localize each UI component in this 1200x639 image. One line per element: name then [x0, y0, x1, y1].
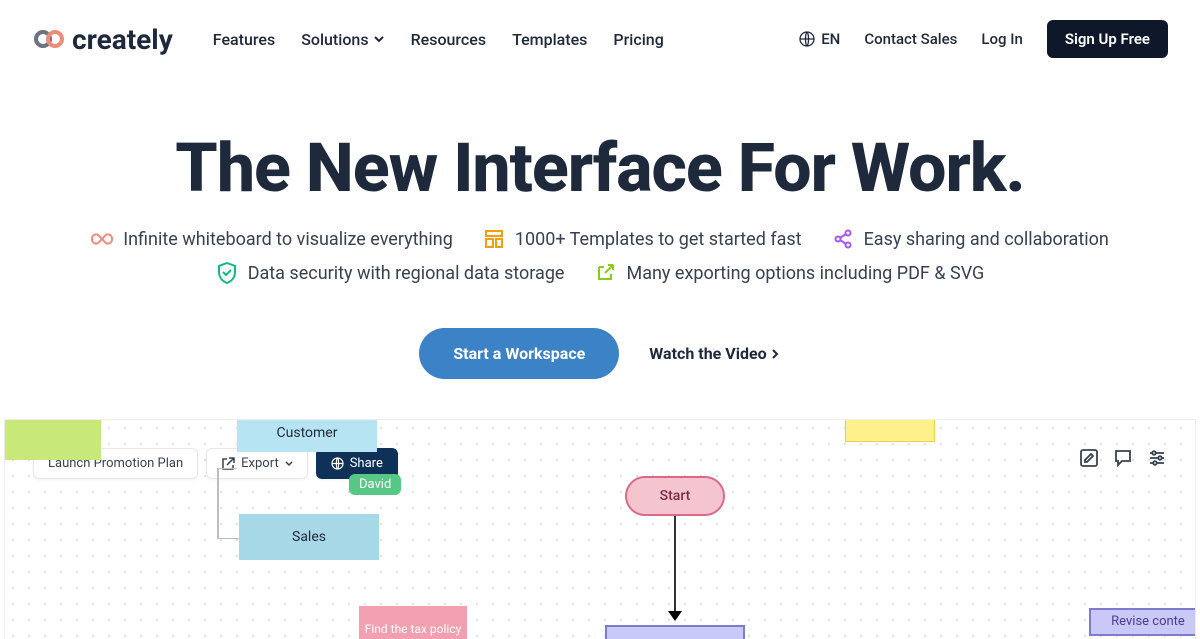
shape-green[interactable]	[5, 420, 101, 460]
connector	[217, 538, 239, 539]
nav-features[interactable]: Features	[213, 30, 275, 49]
feature-export: Many exporting options including PDF & S…	[594, 262, 984, 284]
nav-pricing[interactable]: Pricing	[613, 30, 663, 49]
edit-icon[interactable]	[1079, 448, 1099, 468]
globe-icon	[799, 31, 815, 47]
shape-sales[interactable]: Sales	[239, 514, 379, 560]
chevron-right-icon	[769, 348, 781, 360]
signup-button[interactable]: Sign Up Free	[1047, 20, 1168, 58]
connector	[217, 468, 237, 469]
hero: The New Interface For Work. Infinite whi…	[0, 78, 1200, 379]
brand-text: creately	[72, 23, 173, 56]
feature-whiteboard: Infinite whiteboard to visualize everyth…	[91, 228, 453, 250]
header-right: EN Contact Sales Log In Sign Up Free	[799, 20, 1168, 58]
canvas-preview: Launch Promotion Plan Export Share Custo…	[4, 419, 1196, 639]
connector	[217, 468, 219, 538]
settings-sliders-icon[interactable]	[1147, 448, 1167, 468]
globe-small-icon	[331, 457, 344, 470]
share-icon	[832, 228, 854, 250]
shape-blue[interactable]	[605, 625, 745, 639]
export-icon	[594, 262, 616, 284]
watch-video-link[interactable]: Watch the Video	[649, 344, 780, 363]
canvas-toolbar-right	[1079, 448, 1167, 468]
feature-sharing: Easy sharing and collaboration	[832, 228, 1109, 250]
chevron-down-icon	[373, 33, 385, 45]
infinity-icon	[91, 228, 113, 250]
nav-resources[interactable]: Resources	[411, 30, 487, 49]
start-workspace-button[interactable]: Start a Workspace	[419, 328, 619, 379]
shape-yellow[interactable]	[845, 419, 935, 442]
language-selector[interactable]: EN	[799, 30, 840, 48]
logo[interactable]: creately	[32, 23, 173, 56]
caret-down-icon	[285, 460, 293, 468]
templates-icon	[483, 228, 505, 250]
shape-customer[interactable]: Customer	[237, 419, 377, 452]
connector-arrow	[674, 516, 676, 616]
hero-title: The New Interface For Work.	[0, 128, 1200, 208]
arrow-head-icon	[667, 610, 683, 624]
header-left: creately Features Solutions Resources Te…	[32, 23, 664, 56]
cta-row: Start a Workspace Watch the Video	[0, 328, 1200, 379]
shape-start[interactable]: Start	[625, 476, 725, 516]
export-button[interactable]: Export	[206, 448, 308, 479]
login-link[interactable]: Log In	[981, 30, 1022, 48]
nav-solutions[interactable]: Solutions	[301, 30, 384, 49]
features-row-2: Data security with regional data storage…	[0, 262, 1200, 284]
shape-revise[interactable]: Revise conte	[1089, 608, 1196, 636]
feature-templates: 1000+ Templates to get started fast	[483, 228, 802, 250]
comment-icon[interactable]	[1113, 448, 1133, 468]
header: creately Features Solutions Resources Te…	[0, 0, 1200, 78]
shield-icon	[216, 262, 238, 284]
shape-david[interactable]: David	[349, 474, 401, 495]
nav-templates[interactable]: Templates	[512, 30, 587, 49]
nav: Features Solutions Resources Templates P…	[213, 30, 664, 49]
contact-sales-link[interactable]: Contact Sales	[864, 30, 957, 48]
feature-security: Data security with regional data storage	[216, 262, 565, 284]
features-row-1: Infinite whiteboard to visualize everyth…	[0, 228, 1200, 250]
logo-mark-icon	[32, 28, 66, 50]
